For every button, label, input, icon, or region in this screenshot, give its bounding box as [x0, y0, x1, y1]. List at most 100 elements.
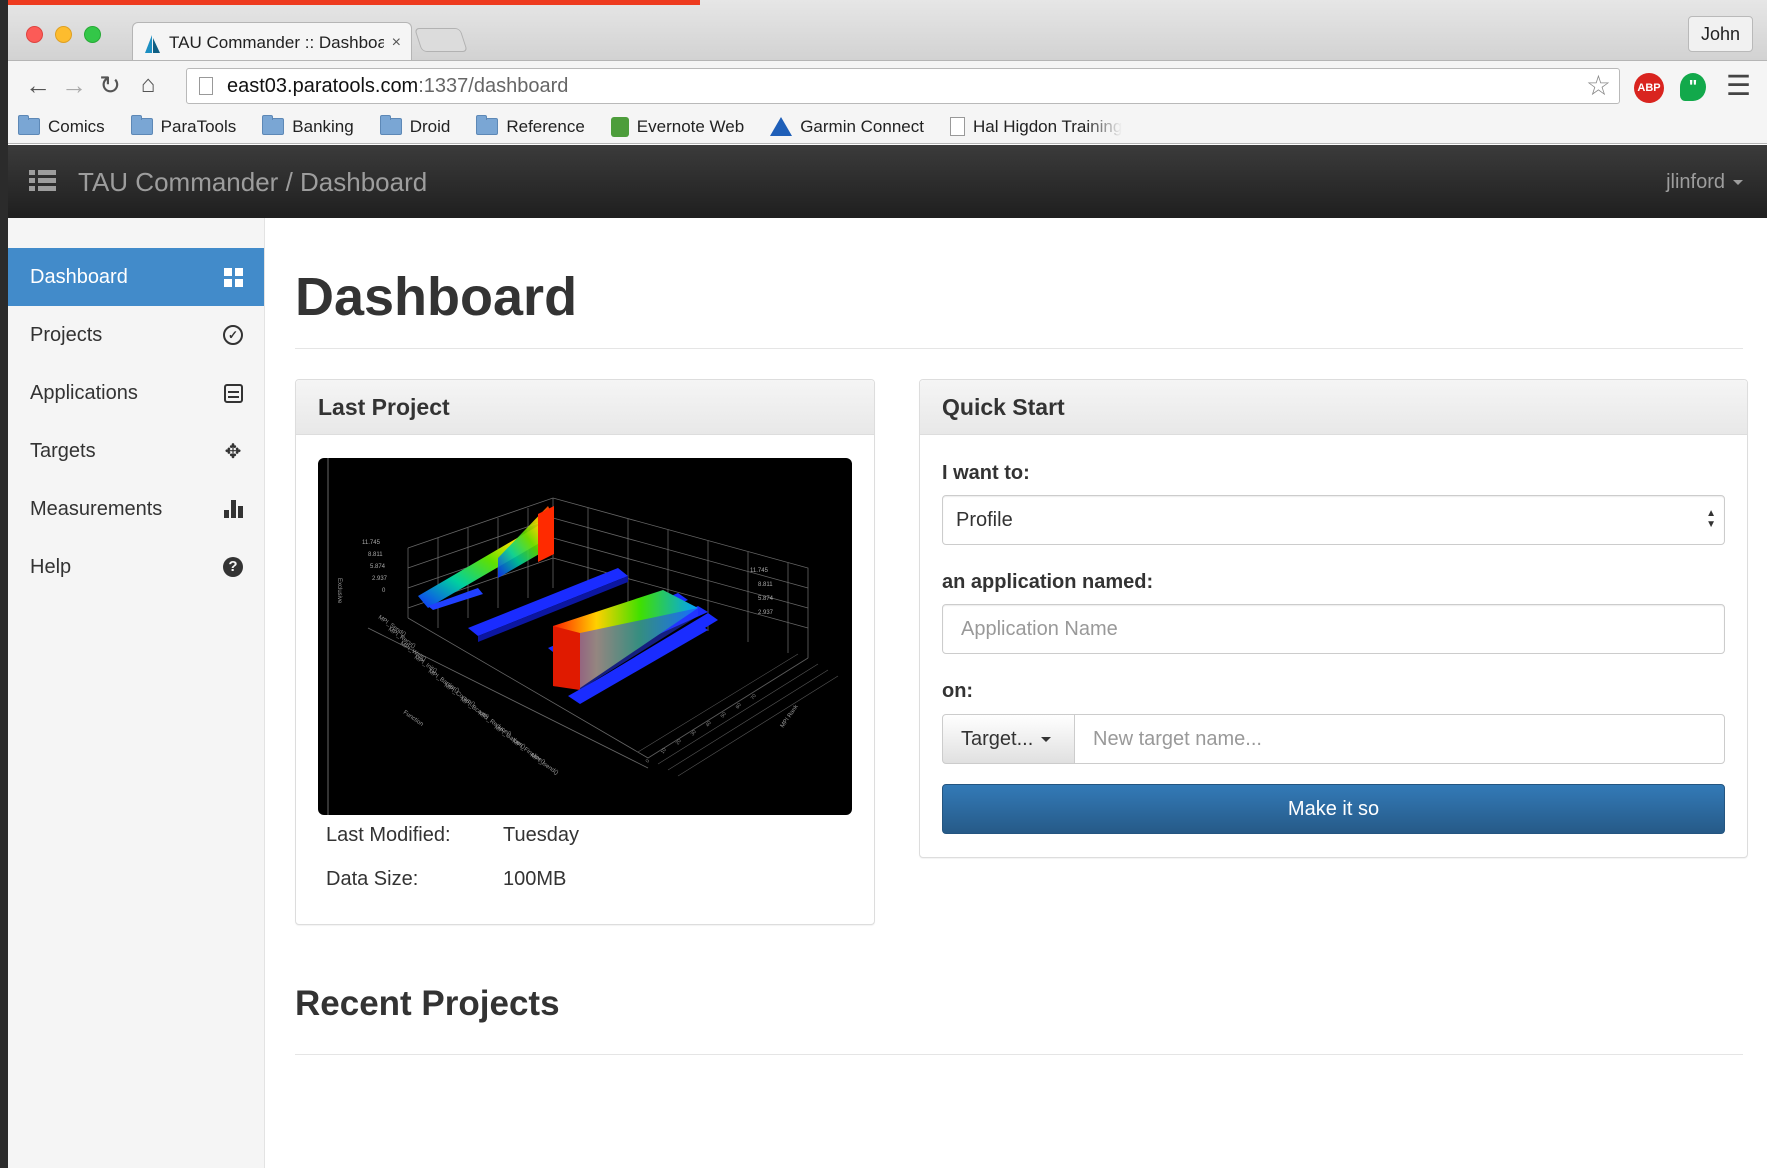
svg-text:Exclusive: Exclusive: [336, 578, 342, 604]
application-name-placeholder: Application Name: [961, 618, 1118, 640]
action-label: I want to:: [942, 462, 1030, 484]
bookmark-label: Droid: [409, 116, 451, 136]
browser-toolbar: ← → ↻ ⌂ east03.paratools.com:1337/dashbo…: [8, 60, 1767, 110]
hangouts-icon[interactable]: ": [1680, 73, 1706, 101]
bookmark-label: ParaTools: [160, 116, 237, 136]
svg-text:20: 20: [675, 738, 683, 746]
evernote-icon: [610, 116, 629, 137]
last-modified-value: Tuesday: [503, 824, 579, 846]
reload-icon[interactable]: ↻: [96, 71, 124, 99]
browser-titlebar: TAU Commander :: Dashboard × John: [8, 0, 1767, 62]
browser-tab[interactable]: TAU Commander :: Dashboard ×: [132, 22, 412, 62]
back-arrow-icon[interactable]: ←: [24, 71, 52, 99]
caret-down-icon: [1041, 737, 1052, 743]
page-load-progress: [8, 0, 700, 5]
bookmark-hal-higdon[interactable]: Hal Higdon Training: [949, 116, 1123, 137]
action-select[interactable]: Profile ▲ ▼: [942, 495, 1725, 545]
svg-text:2.937: 2.937: [372, 576, 388, 582]
target-dropdown-label: Target...: [961, 728, 1034, 750]
project-3d-visualization[interactable]: 11.745 8.811 5.874 2.937 0 11.745 8.811 5.874 2…: [318, 458, 852, 815]
url-host: east03.paratools.com: [227, 75, 419, 97]
action-select-value: Profile: [956, 509, 1013, 531]
navbar-brand[interactable]: TAU Commander / Dashboard: [78, 167, 427, 198]
main-content: Dashboard Last Project 11.745 8.811 5.87…: [265, 218, 1767, 1168]
sidebar-item-projects[interactable]: Projects ✓: [8, 306, 264, 364]
bookmark-label: Hal Higdon Training: [972, 116, 1123, 136]
svg-text:10: 10: [660, 747, 668, 755]
panel-heading: Quick Start: [920, 380, 1747, 435]
application-label: an application named:: [942, 571, 1154, 593]
target-dropdown-button[interactable]: Target...: [942, 714, 1075, 764]
bookmark-comics[interactable]: Comics: [18, 115, 105, 137]
profile-button[interactable]: John: [1687, 16, 1753, 52]
minimize-window-button[interactable]: [55, 26, 72, 43]
sidebar-item-help[interactable]: Help ?: [8, 538, 264, 596]
sidebar-item-label: Applications: [30, 381, 138, 404]
check-circle-icon: ✓: [222, 324, 244, 346]
bar-chart-icon: [222, 498, 244, 520]
data-size-value: 100MB: [503, 868, 567, 890]
bookmark-star-icon[interactable]: ☆: [1586, 69, 1611, 103]
dashboard-icon: [222, 266, 244, 288]
adblock-icon[interactable]: ABP: [1634, 73, 1664, 103]
select-arrows-icon: ▲ ▼: [1706, 508, 1716, 530]
svg-text:40: 40: [705, 720, 713, 728]
sidebar-item-measurements[interactable]: Measurements: [8, 480, 264, 538]
svg-text:70: 70: [750, 693, 758, 701]
new-target-input[interactable]: New target name...: [1074, 714, 1725, 764]
bookmark-paratools[interactable]: ParaTools: [130, 115, 237, 137]
panel-heading: Last Project: [296, 380, 874, 435]
close-window-button[interactable]: [26, 26, 43, 43]
caret-down-icon: [1733, 180, 1743, 186]
help-icon: ?: [222, 556, 244, 578]
bookmark-droid[interactable]: Droid: [379, 115, 451, 137]
folder-icon: [379, 115, 402, 135]
sidebar-item-targets[interactable]: Targets ✥: [8, 422, 264, 480]
new-tab-button[interactable]: [414, 28, 468, 52]
menu-grid-icon[interactable]: [29, 170, 56, 192]
bookmark-label: Evernote Web: [636, 116, 745, 136]
bookmark-garmin[interactable]: Garmin Connect: [770, 117, 924, 137]
page-icon: [949, 117, 965, 136]
data-size-row: Data Size: 100MB: [326, 868, 566, 891]
bookmark-label: Garmin Connect: [800, 116, 924, 136]
sidebar-item-applications[interactable]: Applications: [8, 364, 264, 422]
folder-icon: [130, 115, 153, 135]
recent-projects-title: Recent Projects: [295, 984, 560, 1023]
svg-text:8.811: 8.811: [368, 552, 383, 558]
home-icon[interactable]: ⌂: [134, 71, 162, 99]
bookmark-evernote[interactable]: Evernote Web: [610, 116, 745, 137]
svg-text:5.874: 5.874: [370, 564, 386, 570]
bookmark-label: Banking: [292, 116, 354, 136]
folder-icon: [18, 115, 40, 135]
target-label: on:: [942, 680, 974, 702]
last-modified-row: Last Modified: Tuesday: [326, 824, 579, 847]
svg-text:MPI_Isend(): MPI_Isend(): [529, 753, 559, 777]
bookmark-banking[interactable]: Banking: [262, 115, 354, 137]
svg-text:11.745: 11.745: [750, 568, 769, 574]
close-tab-icon[interactable]: ×: [392, 34, 401, 52]
svg-text:5.874: 5.874: [758, 596, 774, 602]
browser-menu-icon[interactable]: ☰: [1726, 69, 1751, 102]
svg-text:30: 30: [690, 729, 698, 737]
svg-text:2.937: 2.937: [758, 610, 774, 616]
sidebar: Dashboard Projects ✓ Applications Target…: [8, 218, 265, 1168]
bookmark-reference[interactable]: Reference: [476, 115, 585, 137]
new-target-placeholder: New target name...: [1093, 728, 1262, 750]
user-menu[interactable]: jlinford: [1666, 171, 1743, 194]
garmin-icon: [770, 117, 793, 136]
sidebar-item-label: Dashboard: [30, 265, 128, 288]
svg-text:MPI Rank: MPI Rank: [780, 703, 801, 729]
sidebar-item-dashboard[interactable]: Dashboard: [8, 248, 264, 306]
zoom-window-button[interactable]: [84, 26, 101, 43]
app-navbar: TAU Commander / Dashboard jlinford: [8, 145, 1767, 218]
svg-text:8.811: 8.811: [758, 582, 773, 588]
sidebar-item-label: Projects: [30, 323, 103, 346]
make-it-so-button[interactable]: Make it so: [942, 784, 1725, 834]
address-bar[interactable]: east03.paratools.com:1337/dashboard ☆: [186, 68, 1620, 104]
last-modified-label: Last Modified:: [326, 824, 451, 846]
sidebar-item-label: Help: [30, 555, 72, 578]
forward-arrow-icon[interactable]: →: [60, 71, 88, 99]
application-name-input[interactable]: Application Name: [942, 604, 1725, 654]
folder-icon: [262, 115, 285, 135]
